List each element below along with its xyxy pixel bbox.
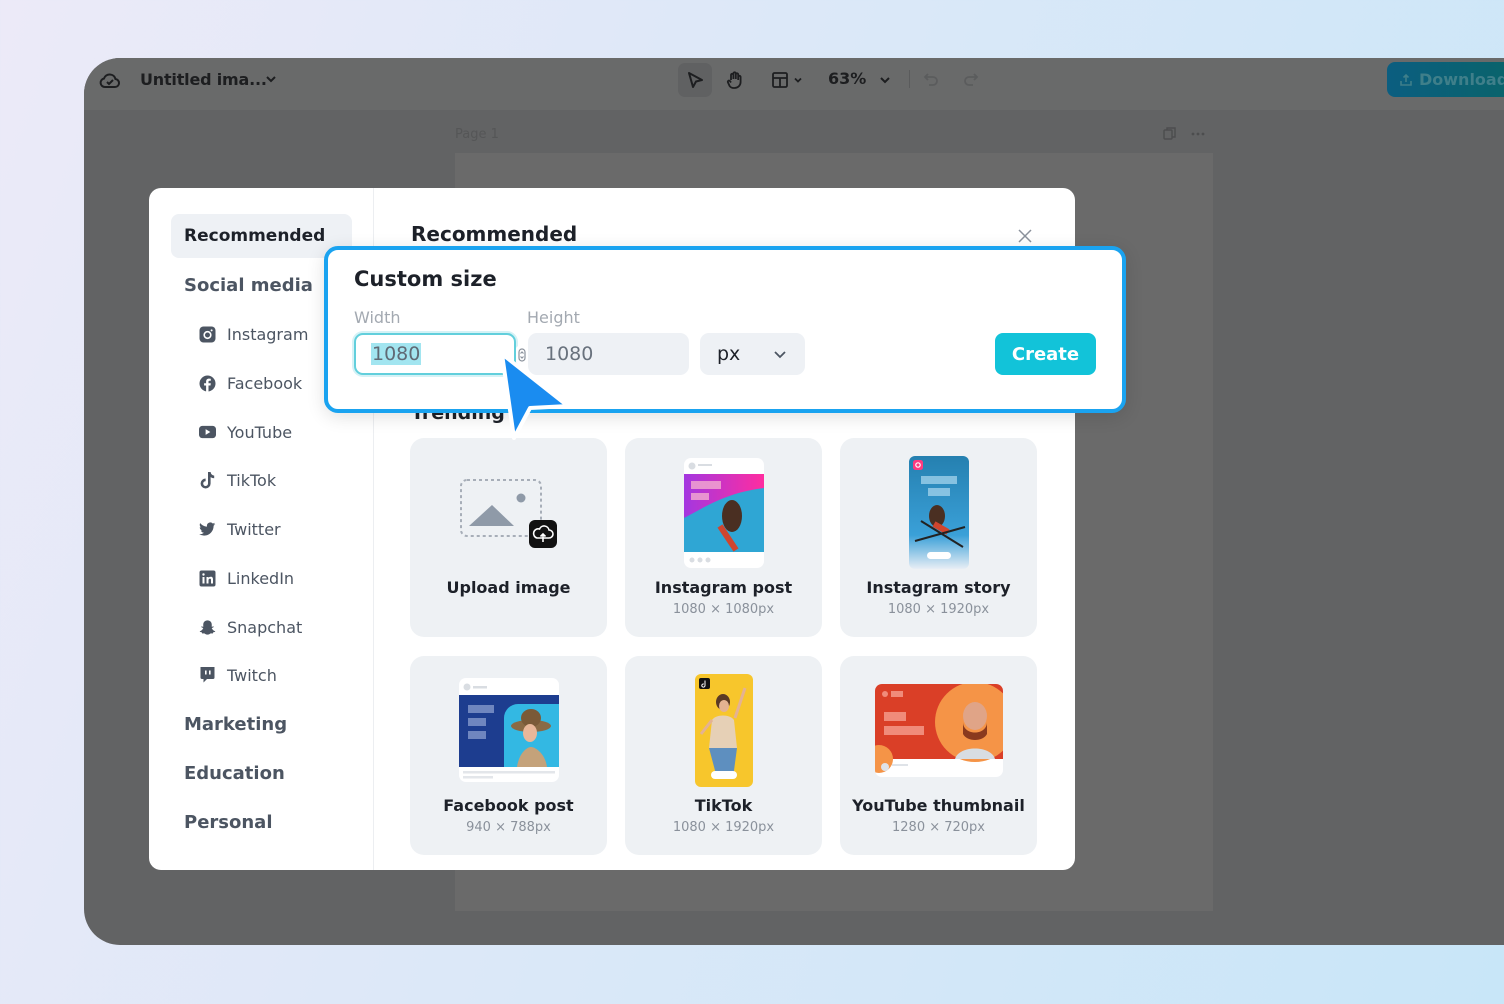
template-card-youtube-thumbnail[interactable]: YouTube thumbnail 1280 × 720px (840, 656, 1037, 855)
sidebar-item-label: Twitch (227, 665, 277, 685)
chevron-down-icon (794, 77, 802, 83)
card-size: 1080 × 1920px (672, 820, 775, 835)
template-card-instagram-story[interactable]: Instagram story 1080 × 1920px (840, 438, 1037, 637)
tiktok-thumbnail (694, 674, 753, 787)
snapchat-icon (199, 619, 216, 636)
custom-size-panel: Custom size Width Height 1080 1080 px Cr… (324, 246, 1126, 413)
width-value: 1080 (371, 343, 422, 365)
sidebar-item-label: Marketing (184, 713, 288, 735)
top-toolbar: Untitled ima... 63% Download (84, 58, 1504, 110)
card-size: 1280 × 720px (892, 820, 985, 835)
upload-icon (1400, 73, 1412, 86)
width-label: Width (354, 308, 401, 327)
layout-menu-button[interactable] (764, 63, 810, 97)
template-card-tiktok[interactable]: TikTok 1080 × 1920px (625, 656, 822, 855)
sidebar-item-label: Personal (184, 811, 273, 833)
layout-icon (772, 72, 788, 88)
card-title: Facebook post (443, 796, 574, 815)
select-tool-button[interactable] (678, 63, 712, 97)
sidebar-item-recommended[interactable]: Recommended (171, 214, 352, 258)
template-card-upload-image[interactable]: Upload image (410, 438, 607, 637)
instagram-post-thumbnail (683, 458, 764, 568)
custom-size-title: Custom size (354, 267, 497, 291)
sidebar-item-label: LinkedIn (227, 568, 295, 588)
toolbar-divider (909, 70, 910, 88)
card-size: 1080 × 1920px (887, 602, 990, 617)
width-input[interactable]: 1080 (354, 333, 516, 375)
card-size: 1080 × 1080px (672, 602, 775, 617)
sidebar-item-label: Instagram (227, 324, 309, 344)
linkedin-icon (199, 570, 216, 587)
card-title: Instagram story (866, 578, 1011, 597)
twitch-icon (199, 667, 216, 684)
page-label: Page 1 (455, 127, 499, 142)
chevron-down-icon[interactable] (264, 72, 278, 86)
image-placeholder-icon (459, 479, 557, 548)
card-title: TikTok (694, 796, 753, 815)
create-button[interactable]: Create (995, 333, 1096, 375)
template-card-instagram-post[interactable]: Instagram post 1080 × 1080px (625, 438, 822, 637)
sidebar-item-label: Snapchat (227, 617, 303, 637)
duplicate-page-icon[interactable] (1162, 126, 1177, 141)
download-button[interactable]: Download (1387, 62, 1504, 97)
template-card-facebook-post[interactable]: Facebook post 940 × 788px (410, 656, 607, 855)
sidebar-item-personal[interactable]: Personal (184, 800, 273, 844)
document-title[interactable]: Untitled ima... (140, 70, 267, 89)
sidebar-item-label: Recommended (184, 226, 326, 246)
redo-icon[interactable] (962, 70, 980, 88)
sidebar-item-linkedin[interactable]: LinkedIn (199, 556, 294, 600)
sidebar-item-social-media[interactable]: Social media (184, 263, 313, 307)
modal-title: Recommended (411, 222, 578, 246)
twitter-icon (199, 521, 216, 538)
pointer-icon (688, 72, 703, 88)
sidebar-item-label: Social media (184, 274, 313, 296)
zoom-chevron-icon[interactable] (879, 74, 891, 86)
chevron-down-icon (774, 351, 786, 359)
undo-icon[interactable] (922, 70, 940, 88)
unit-select[interactable]: px (700, 333, 805, 375)
sidebar-item-label: Education (184, 762, 285, 784)
sidebar-item-youtube[interactable]: YouTube (199, 410, 292, 454)
sidebar-item-tiktok[interactable]: TikTok (199, 458, 276, 502)
close-icon[interactable] (1017, 228, 1033, 244)
download-label: Download (1419, 70, 1504, 89)
hand-icon (726, 71, 742, 89)
card-title: YouTube thumbnail (852, 796, 1025, 815)
sidebar-item-label: YouTube (227, 422, 293, 442)
card-title: Instagram post (654, 578, 793, 597)
hand-tool-button[interactable] (718, 63, 752, 97)
sidebar-item-label: Twitter (227, 519, 281, 539)
height-label: Height (527, 308, 580, 327)
facebook-icon (199, 375, 216, 392)
unit-value: px (717, 343, 741, 365)
sidebar-item-snapchat[interactable]: Snapchat (199, 605, 302, 649)
sidebar-item-label: TikTok (227, 470, 277, 490)
sidebar-item-label: Facebook (227, 373, 303, 393)
sidebar-item-twitter[interactable]: Twitter (199, 507, 281, 551)
sidebar-item-facebook[interactable]: Facebook (199, 361, 302, 405)
create-label: Create (1011, 343, 1080, 365)
zoom-level[interactable]: 63% (828, 69, 866, 88)
page-actions (1162, 126, 1205, 141)
sidebar-item-twitch[interactable]: Twitch (199, 653, 277, 697)
facebook-post-thumbnail (458, 678, 559, 782)
youtube-thumbnail-preview (874, 684, 1003, 777)
sidebar-item-marketing[interactable]: Marketing (184, 702, 287, 746)
tiktok-icon (199, 472, 216, 489)
sidebar-item-education[interactable]: Education (184, 751, 285, 795)
youtube-icon (199, 424, 216, 441)
instagram-story-thumbnail (908, 456, 969, 569)
card-title: Upload image (446, 578, 571, 597)
more-options-icon[interactable] (1191, 132, 1205, 136)
mouse-cursor-icon (500, 352, 570, 440)
card-size: 940 × 788px (466, 820, 551, 835)
sidebar-item-instagram[interactable]: Instagram (199, 312, 308, 356)
instagram-icon (199, 326, 216, 343)
cloud-check-icon[interactable] (98, 69, 122, 93)
